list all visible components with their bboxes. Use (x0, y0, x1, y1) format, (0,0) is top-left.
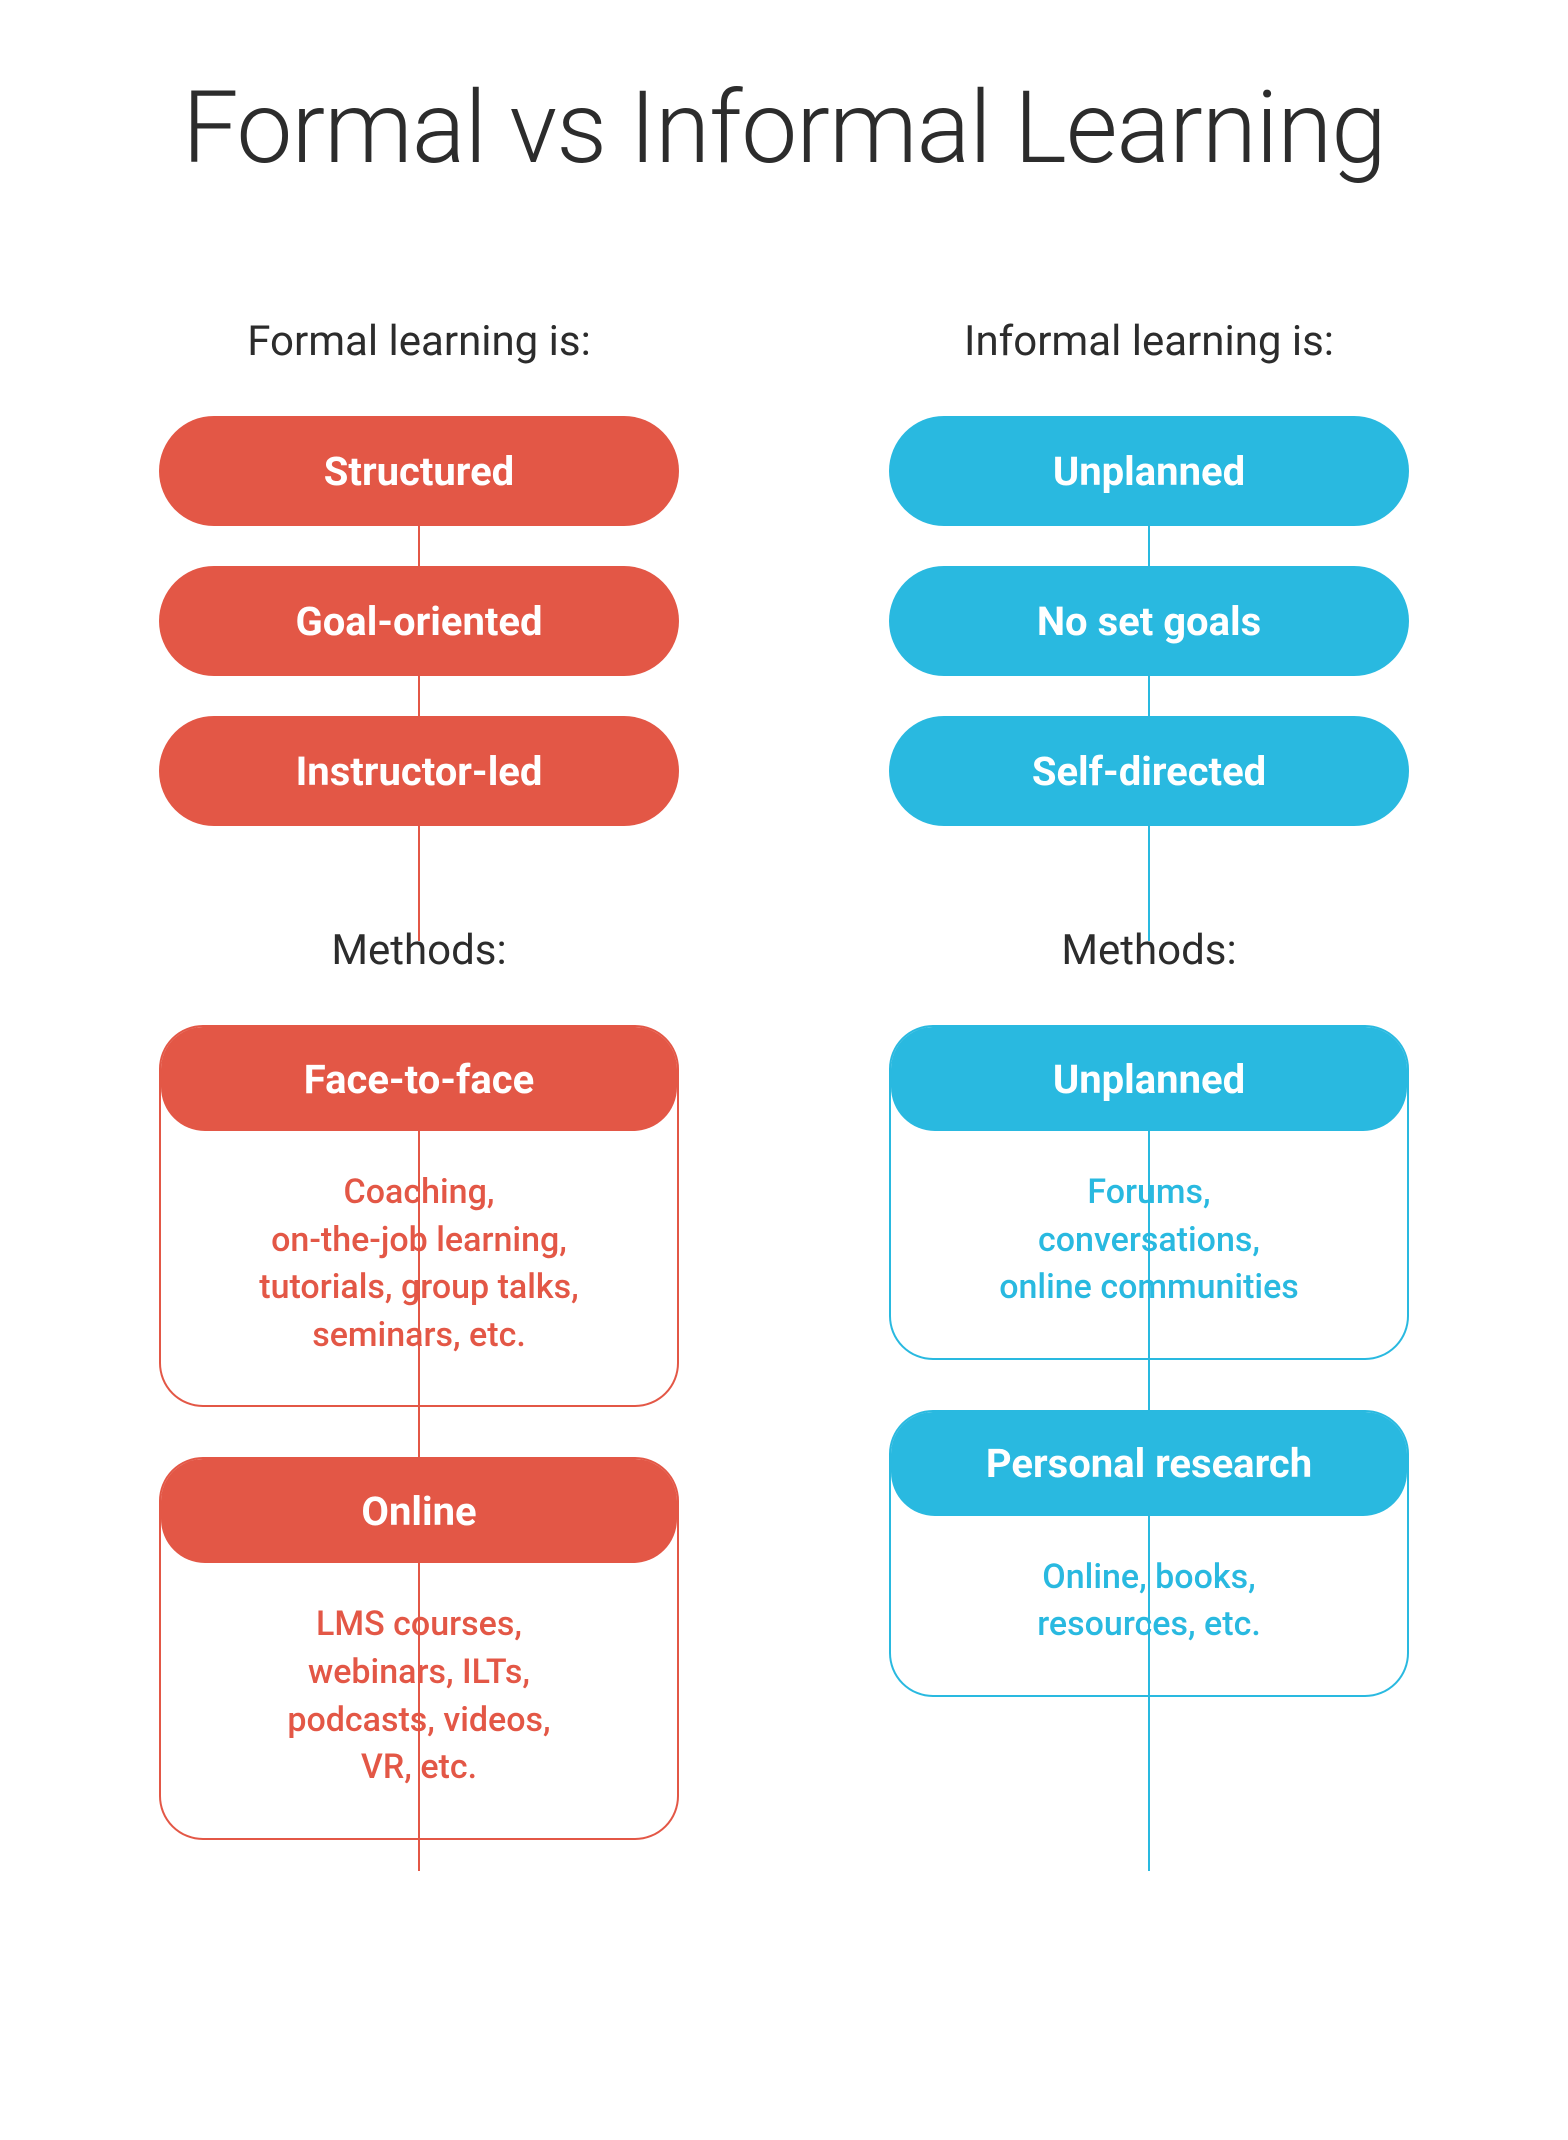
formal-heading: Formal learning is: (247, 317, 591, 366)
informal-method-card: Personal research Online, books, resourc… (889, 1410, 1409, 1697)
informal-trait-pill: Unplanned (889, 416, 1409, 526)
informal-column: Informal learning is: Unplanned No set g… (869, 317, 1429, 1890)
page-title: Formal vs Informal Learning (50, 70, 1518, 187)
card-title: Face-to-face (161, 1027, 677, 1131)
informal-heading: Informal learning is: (964, 317, 1334, 366)
columns-wrapper: Formal learning is: Structured Goal-orie… (50, 317, 1518, 1890)
card-body: Forums, conversations, online communitie… (891, 1131, 1407, 1358)
card-title: Unplanned (891, 1027, 1407, 1131)
card-body: Coaching, on-the-job learning, tutorials… (161, 1131, 677, 1405)
informal-trait-pill: Self-directed (889, 716, 1409, 826)
formal-method-card: Face-to-face Coaching, on-the-job learni… (159, 1025, 679, 1407)
formal-column: Formal learning is: Structured Goal-orie… (139, 317, 699, 1890)
informal-trait-pill: No set goals (889, 566, 1409, 676)
card-title: Personal research (891, 1412, 1407, 1516)
card-body: LMS courses, webinars, ILTs, podcasts, v… (161, 1563, 677, 1837)
informal-method-card: Unplanned Forums, conversations, online … (889, 1025, 1409, 1360)
formal-method-card: Online LMS courses, webinars, ILTs, podc… (159, 1457, 679, 1839)
formal-trait-pill: Instructor-led (159, 716, 679, 826)
formal-trait-pill: Goal-oriented (159, 566, 679, 676)
formal-trait-pill: Structured (159, 416, 679, 526)
card-title: Online (161, 1459, 677, 1563)
card-body: Online, books, resources, etc. (891, 1516, 1407, 1695)
